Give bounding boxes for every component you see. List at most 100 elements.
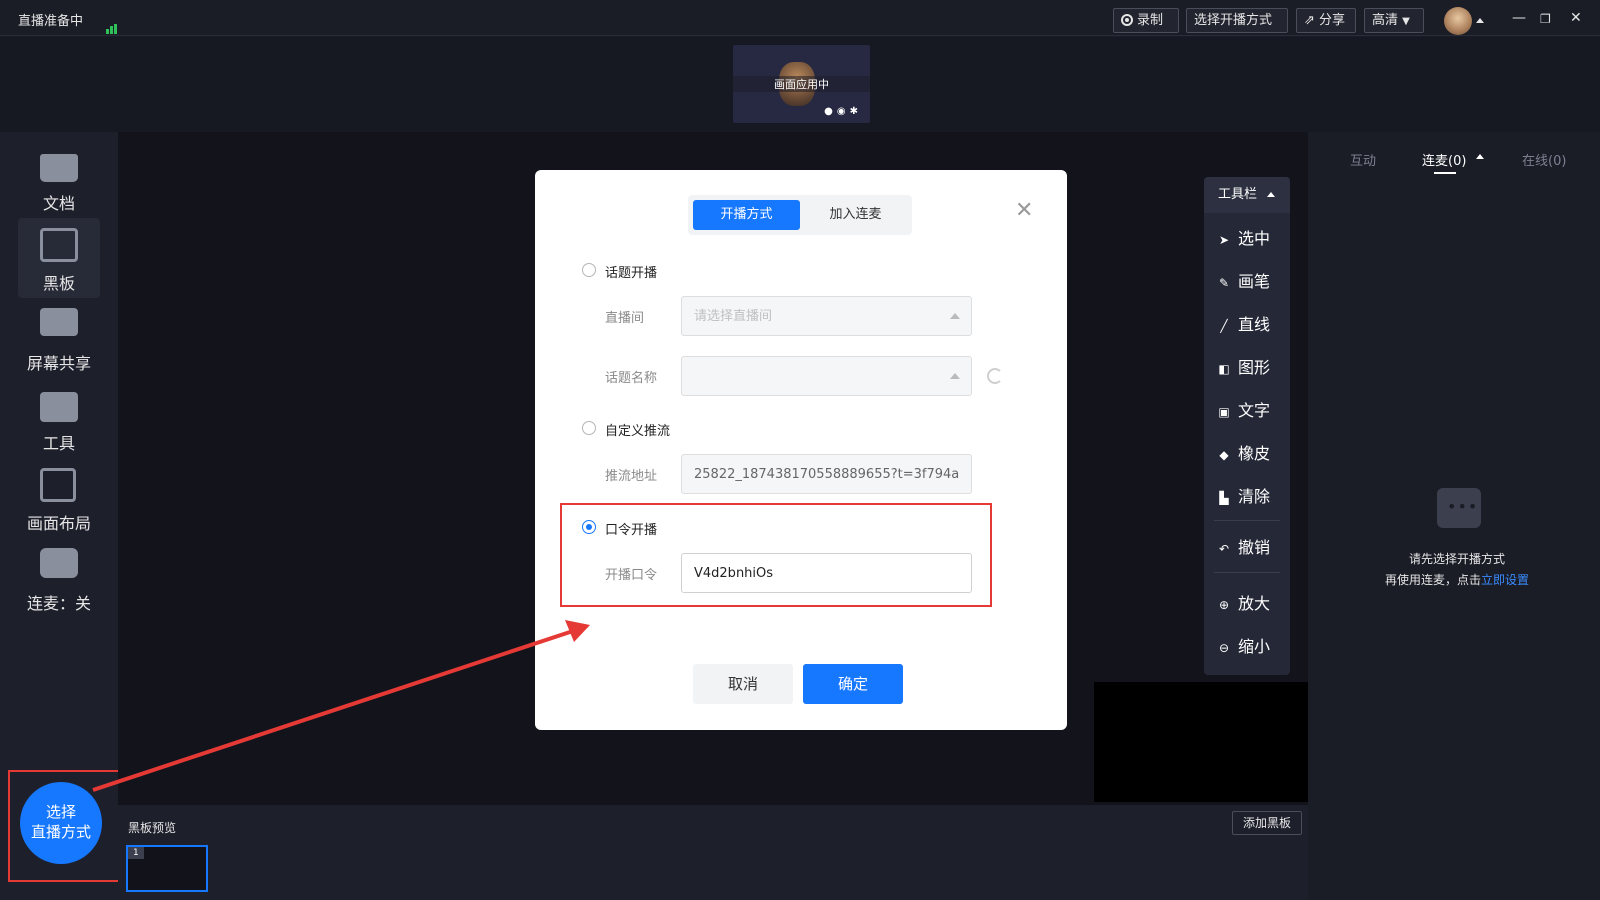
tool-label: 清除: [1238, 487, 1271, 506]
sidebar-item-blackboard[interactable]: 黑板: [18, 218, 100, 298]
chat-bubbles-icon: •••: [1437, 488, 1481, 528]
restore-icon[interactable]: ❐: [1540, 12, 1551, 26]
confirm-button[interactable]: 确定: [803, 664, 903, 704]
sidebar-item-screen-share[interactable]: 屏幕共享: [18, 298, 100, 378]
live-status: 直播准备中: [18, 14, 84, 29]
tab-interaction[interactable]: 互动: [1350, 150, 1376, 169]
tool-shape[interactable]: ◧ 图形: [1218, 354, 1270, 378]
minimize-icon[interactable]: —: [1512, 10, 1526, 26]
sidebar-item-label: 画面布局: [26, 514, 91, 533]
sidebar-item-co-host[interactable]: 连麦：关: [18, 538, 100, 618]
caret-down-icon: ▼: [1402, 16, 1410, 27]
tile-controls: ●◉✱: [824, 106, 862, 117]
radio-password-live[interactable]: [582, 520, 596, 534]
mic-icon[interactable]: ●: [824, 106, 837, 117]
tool-label: 放大: [1238, 594, 1271, 613]
radio-custom-push[interactable]: [582, 421, 596, 435]
co-host-hint-line2: 再使用连麦，点击立即设置: [1370, 571, 1544, 588]
tool-zoom-out[interactable]: ⊖ 缩小: [1218, 633, 1270, 657]
room-label: 直播间: [605, 311, 645, 326]
shape-icon: ◧: [1218, 362, 1230, 376]
tool-clear[interactable]: ▙ 清除: [1218, 483, 1270, 507]
caret-up-icon: [950, 373, 960, 379]
folder-icon: [40, 154, 78, 182]
drawing-toolbar: 工具栏 ➤ 选中 ✎ 画笔 ╱ 直线 ◧ 图形 ▣ 文字 ◆ 橡皮 ▙ 清除 ↶ 撤销 ⊕ 放大 …: [1204, 177, 1290, 675]
add-board-button[interactable]: 添加黑板: [1232, 811, 1302, 835]
tool-select[interactable]: ➤ 选中: [1218, 225, 1270, 249]
sidebar-item-tools[interactable]: 工具: [18, 378, 100, 458]
go-live-line1: 选择: [45, 803, 76, 821]
record-label: 录制: [1137, 13, 1164, 28]
password-field[interactable]: [681, 553, 972, 593]
thumbnail-number: 1: [128, 847, 144, 859]
push-url-field[interactable]: [681, 454, 972, 494]
tab-online[interactable]: 在线(0): [1522, 150, 1566, 169]
toolbox-icon: [40, 392, 78, 422]
refresh-icon[interactable]: [987, 368, 1003, 384]
caret-up-icon: [950, 313, 960, 319]
signal-icon: [106, 15, 118, 34]
layout-icon: [40, 468, 76, 502]
tool-eraser[interactable]: ◆ 橡皮: [1218, 440, 1270, 464]
record-icon: [1121, 14, 1133, 26]
push-url-label: 推流地址: [605, 469, 658, 484]
toolbar-header[interactable]: 工具栏: [1204, 177, 1290, 213]
video-preview-tile[interactable]: 画面应用中 ●◉✱: [733, 45, 870, 123]
go-live-line2: 直播方式: [30, 823, 91, 841]
top-bar: 直播准备中 录制 选择开播方式 ⇗ 分享 高清 ▼ — ❐ ✕: [0, 0, 1600, 36]
sidebar-item-documents[interactable]: 文档: [18, 138, 100, 218]
pen-icon: ✎: [1218, 276, 1230, 290]
share-icon: ⇗: [1304, 13, 1315, 28]
tool-pen[interactable]: ✎ 画笔: [1218, 268, 1270, 292]
clear-icon: ▙: [1219, 491, 1229, 505]
topic-name-label: 话题名称: [605, 371, 658, 386]
tool-line[interactable]: ╱ 直线: [1218, 311, 1270, 335]
tab-co-host[interactable]: 连麦(0): [1422, 150, 1466, 169]
option-password-label: 口令开播: [605, 523, 658, 538]
tool-zoom-in[interactable]: ⊕ 放大: [1218, 590, 1270, 614]
avatar[interactable]: [1444, 7, 1472, 35]
room-select[interactable]: [681, 296, 972, 336]
board-preview-bar: 黑板预览 添加黑板 1: [118, 805, 1308, 900]
close-window-icon[interactable]: ✕: [1570, 10, 1582, 26]
tab-live-mode[interactable]: 开播方式: [693, 200, 800, 230]
co-host-hint-line1: 请先选择开播方式: [1408, 552, 1505, 566]
tool-label: 缩小: [1238, 637, 1271, 656]
sidebar-item-label: 文档: [42, 194, 75, 213]
undo-icon: ↶: [1218, 542, 1230, 556]
setup-now-link[interactable]: 立即设置: [1481, 573, 1529, 587]
chat-bubbles-icon: [40, 548, 78, 578]
go-live-highlight: 选择 直播方式: [8, 770, 120, 882]
tool-undo[interactable]: ↶ 撤销: [1218, 534, 1270, 558]
text-icon: ▣: [1218, 405, 1230, 419]
tab-join-co-host[interactable]: 加入连麦: [802, 200, 909, 230]
sidebar-item-layout[interactable]: 画面布局: [18, 458, 100, 538]
close-icon[interactable]: ✕: [1015, 200, 1033, 222]
line-icon: ╱: [1220, 319, 1228, 333]
settings-icon[interactable]: ✱: [850, 106, 862, 117]
video-area: [1094, 682, 1308, 802]
eraser-icon: ◆: [1219, 448, 1229, 462]
quality-dropdown[interactable]: 高清 ▼: [1364, 8, 1424, 33]
sidebar-item-label: 屏幕共享: [26, 354, 91, 373]
caret-up-icon[interactable]: [1476, 18, 1484, 23]
topic-name-select[interactable]: [681, 356, 972, 396]
tool-text[interactable]: ▣ 文字: [1218, 397, 1270, 421]
share-button[interactable]: ⇗ 分享: [1296, 8, 1356, 33]
share-label: 分享: [1319, 13, 1346, 28]
option-custom-label: 自定义推流: [605, 424, 671, 439]
blackboard-icon: [40, 228, 78, 262]
sidebar-item-label: 连麦：关: [26, 594, 91, 613]
select-live-mode-button[interactable]: 选择 直播方式: [20, 782, 102, 864]
quality-label: 高清: [1372, 13, 1399, 28]
radio-topic-live[interactable]: [582, 263, 596, 277]
preview-status-label: 画面应用中: [733, 76, 870, 92]
camera-icon[interactable]: ◉: [837, 106, 850, 117]
cancel-button[interactable]: 取消: [693, 664, 793, 704]
caret-up-icon[interactable]: [1476, 154, 1484, 159]
record-button[interactable]: 录制: [1113, 8, 1179, 33]
toolbar-divider: [1214, 572, 1280, 573]
tool-label: 文字: [1238, 401, 1271, 420]
select-mode-button[interactable]: 选择开播方式: [1186, 8, 1288, 33]
board-thumbnail[interactable]: 1: [126, 845, 208, 892]
